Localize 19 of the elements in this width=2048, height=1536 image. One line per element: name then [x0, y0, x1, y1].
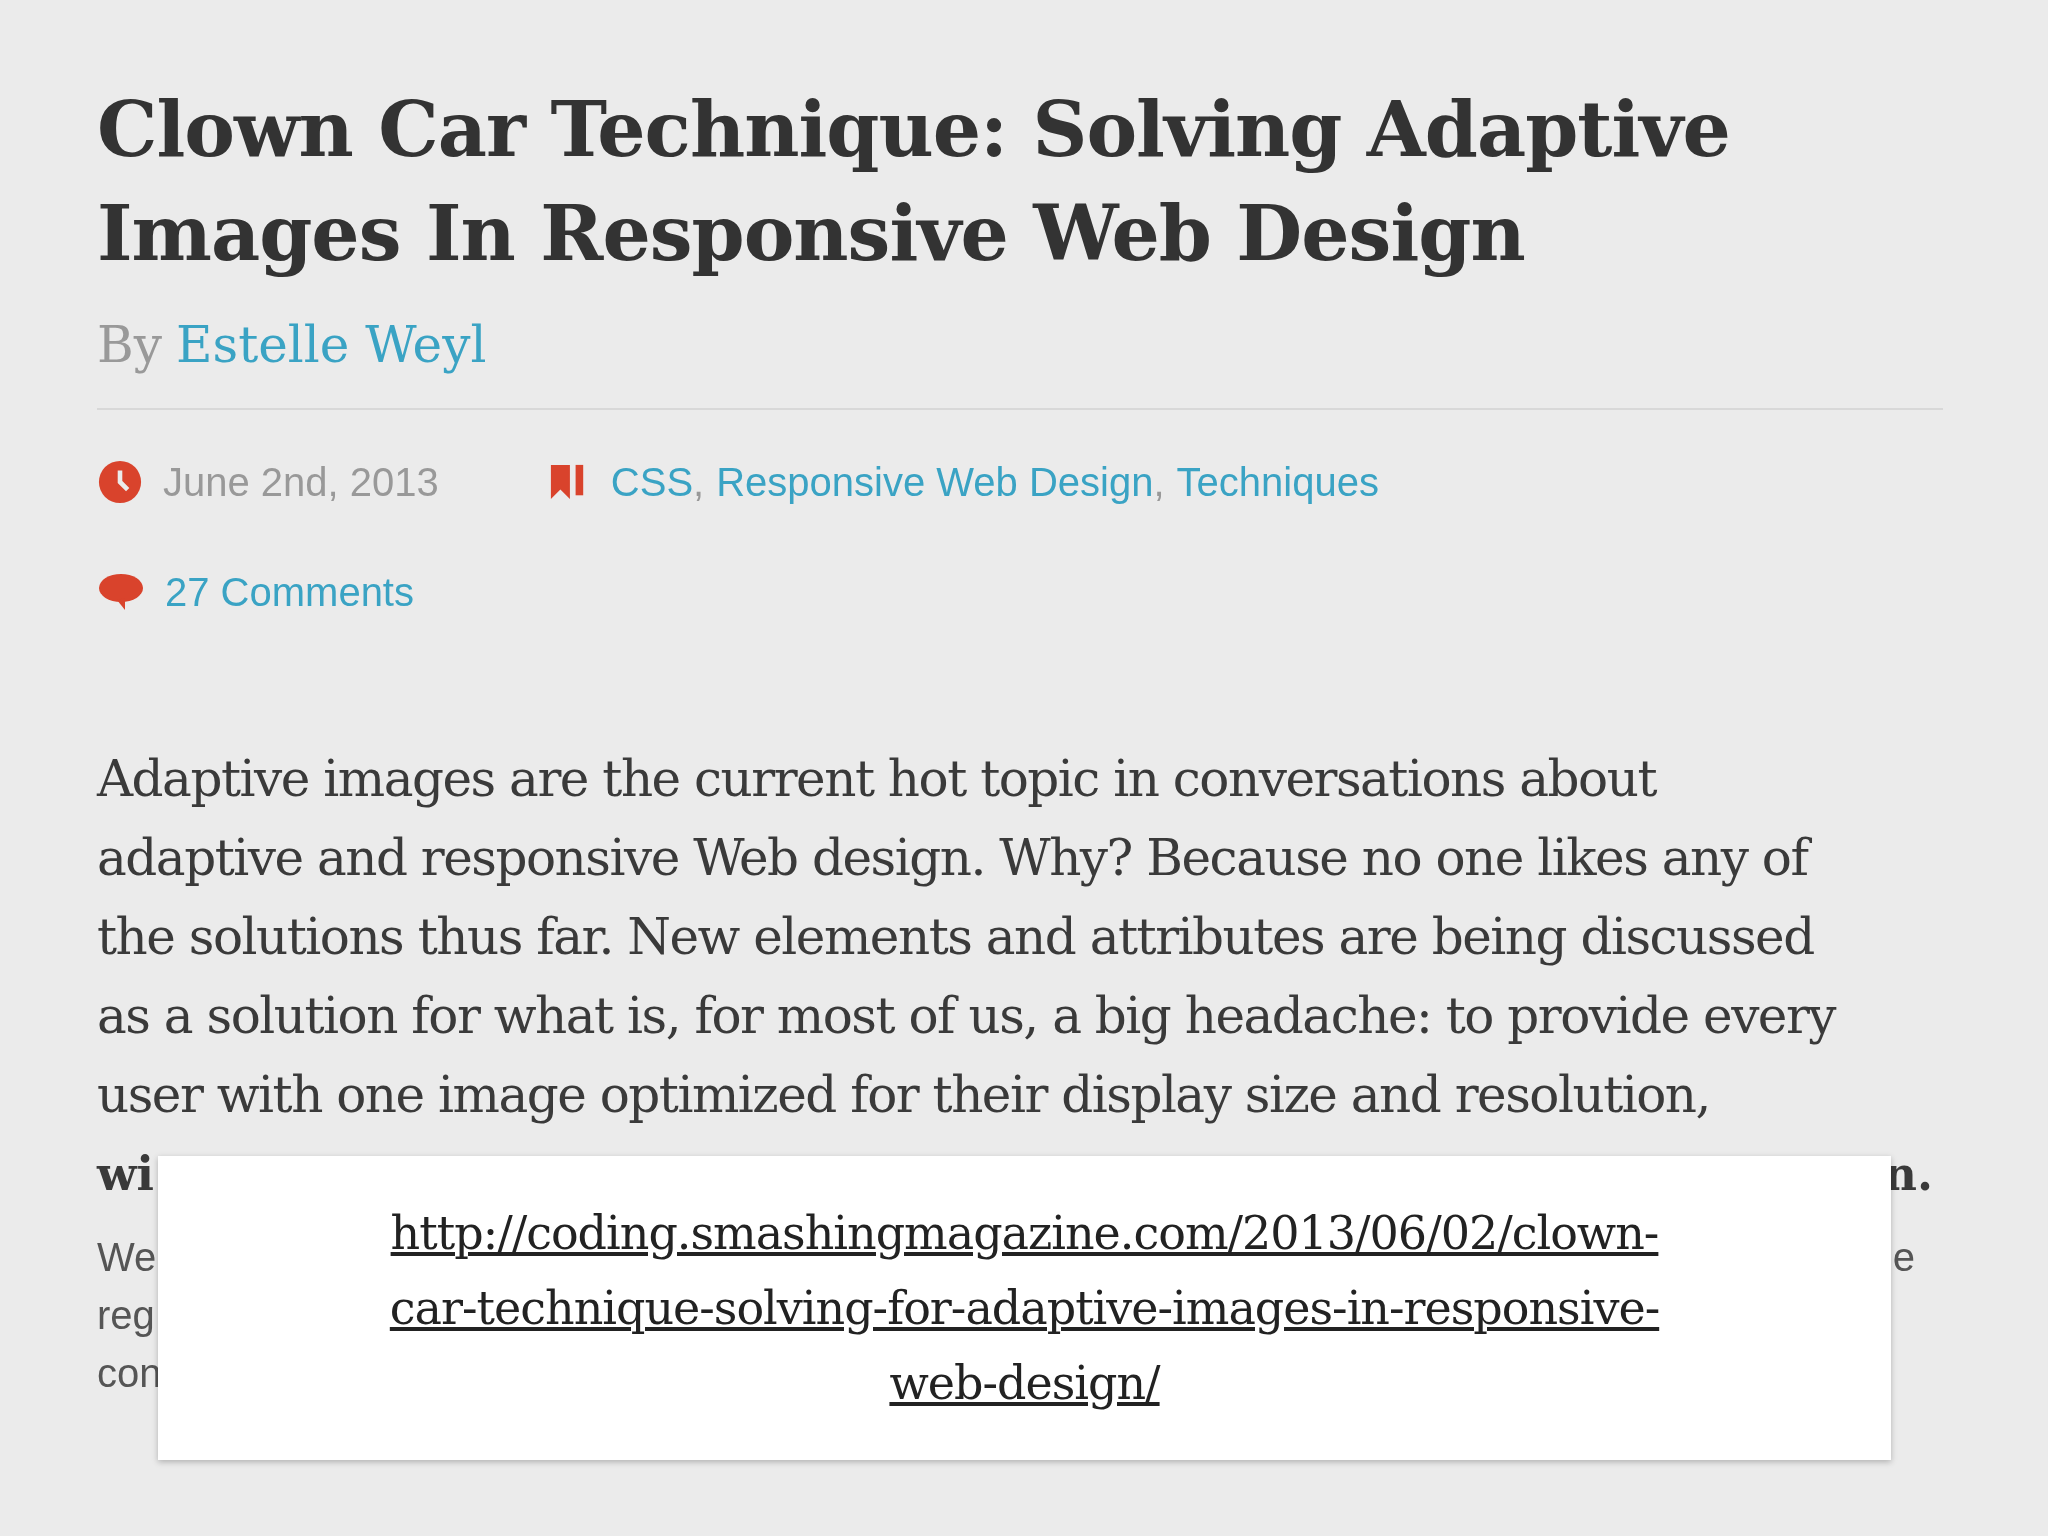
comments-link[interactable]: 27 Comments: [165, 564, 414, 620]
clock-icon: [97, 459, 143, 505]
category-link[interactable]: Techniques: [1176, 454, 1379, 510]
article-paragraph: Adaptive images are the current hot topic in conversations about adaptive and responsive Web design. Why? Because no one likes any of the solutions thus far. New elements and attributes are being discussed as a solution for what is, for most of us, a big headache: to provide every user with one image optimized for their display size and resolution,: [97, 749, 1837, 1126]
paragraph-fragment: e: [1892, 1234, 1915, 1281]
category-link[interactable]: CSS: [610, 454, 694, 510]
category-link[interactable]: Responsive Web Design: [716, 454, 1154, 510]
paragraph-fragment: We: [97, 1234, 157, 1281]
paragraph-fragment: con: [97, 1350, 162, 1397]
article-title: Clown Car Technique: Solving Adaptive Images In Responsive Web Design: [97, 84, 1731, 280]
comma-separator: ,: [1153, 459, 1165, 506]
paragraph-fragment: reg: [97, 1292, 155, 1339]
article-url-link[interactable]: http://coding.smashingmagazine.com/2013/06/02/clown- car-technique-solving-for-adaptive-images-in-responsive- web-design/: [389, 1195, 1660, 1421]
paragraph-fragment: wi: [97, 1146, 155, 1203]
author-link[interactable]: Estelle Weyl: [176, 310, 487, 380]
speech-bubble-icon: [97, 572, 145, 612]
byline-label: By: [97, 315, 162, 376]
post-date: June 2nd, 2013: [163, 459, 439, 506]
comma-separator: ,: [693, 459, 705, 506]
